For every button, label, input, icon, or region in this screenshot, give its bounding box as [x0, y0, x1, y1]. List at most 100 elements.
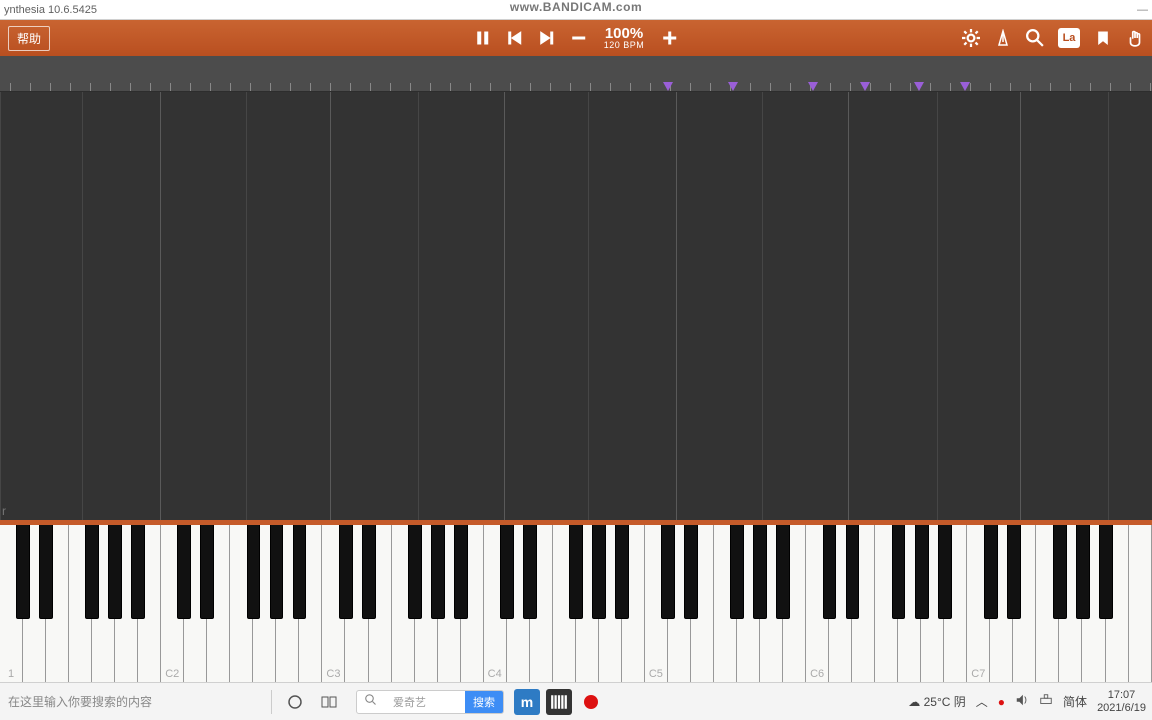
black-key[interactable]: [39, 525, 53, 619]
black-key[interactable]: [85, 525, 99, 619]
ruler-marker[interactable]: [960, 82, 970, 91]
black-key[interactable]: [1053, 525, 1067, 619]
help-button[interactable]: 帮助: [8, 26, 50, 51]
pause-button[interactable]: [474, 29, 492, 47]
ruler-tick: [1130, 83, 1131, 91]
black-key[interactable]: [776, 525, 790, 619]
clock[interactable]: 17:07 2021/6/19: [1097, 689, 1146, 713]
tray-expand-icon[interactable]: ︿: [976, 693, 988, 710]
prev-track-button[interactable]: [506, 29, 524, 47]
ruler-marker[interactable]: [728, 82, 738, 91]
black-key[interactable]: [684, 525, 698, 619]
tempo-display: 100% 120 BPM: [604, 26, 645, 50]
zoom-icon[interactable]: [1026, 29, 1044, 47]
tempo-minus-button[interactable]: [570, 29, 588, 47]
ruler-tick: [90, 83, 91, 91]
notation-toggle-button[interactable]: La: [1058, 28, 1080, 48]
ruler-tick: [50, 83, 51, 91]
black-key[interactable]: [592, 525, 606, 619]
fall-guide-line: [0, 92, 1, 520]
black-key[interactable]: [200, 525, 214, 619]
ime-indicator[interactable]: 简体: [1063, 693, 1087, 710]
tempo-plus-button[interactable]: [660, 29, 678, 47]
black-key[interactable]: [984, 525, 998, 619]
black-key[interactable]: [615, 525, 629, 619]
black-key[interactable]: [523, 525, 537, 619]
black-key[interactable]: [915, 525, 929, 619]
ruler-marker[interactable]: [808, 82, 818, 91]
black-key[interactable]: [431, 525, 445, 619]
ruler-tick: [950, 83, 951, 91]
octave-label: C5: [649, 668, 663, 680]
task-view-icon[interactable]: [320, 693, 338, 711]
fall-guide-line: [762, 92, 763, 520]
settings-gear-icon[interactable]: [962, 29, 980, 47]
black-key[interactable]: [500, 525, 514, 619]
metronome-icon[interactable]: [994, 29, 1012, 47]
next-track-button[interactable]: [538, 29, 556, 47]
tray-ethernet-icon[interactable]: [1039, 693, 1053, 710]
black-key[interactable]: [661, 525, 675, 619]
ruler-tick: [390, 83, 391, 91]
black-key[interactable]: [823, 525, 837, 619]
timeline-ruler[interactable]: [0, 56, 1152, 92]
ruler-tick: [290, 83, 291, 91]
ruler-tick: [990, 83, 991, 91]
black-key[interactable]: [846, 525, 860, 619]
tray-volume-icon[interactable]: [1015, 693, 1029, 710]
ruler-marker[interactable]: [860, 82, 870, 91]
black-key[interactable]: [1076, 525, 1090, 619]
cortana-circle-icon[interactable]: [286, 693, 304, 711]
black-key[interactable]: [454, 525, 468, 619]
black-key[interactable]: [753, 525, 767, 619]
black-key[interactable]: [892, 525, 906, 619]
black-key[interactable]: [270, 525, 284, 619]
black-key[interactable]: [1099, 525, 1113, 619]
tray-record-dot-icon[interactable]: ●: [998, 695, 1005, 709]
fall-guide-line: [504, 92, 505, 520]
cortana-search-input[interactable]: 在这里输入你要搜索的内容: [0, 693, 265, 710]
clock-time: 17:07: [1097, 689, 1146, 701]
browser-searchbox[interactable]: 爱奇艺 搜索: [356, 690, 504, 714]
black-key[interactable]: [293, 525, 307, 619]
black-key[interactable]: [938, 525, 952, 619]
black-key[interactable]: [131, 525, 145, 619]
fall-guide-line: [246, 92, 247, 520]
bandicam-taskbar-icon[interactable]: [578, 689, 604, 715]
note-fall-area[interactable]: r: [0, 92, 1152, 522]
fall-guide-line: [1108, 92, 1109, 520]
black-key[interactable]: [339, 525, 353, 619]
white-key[interactable]: [1129, 525, 1152, 682]
ruler-tick: [1110, 83, 1111, 91]
main-toolbar: 帮助 100% 120 BPM La: [0, 20, 1152, 56]
minimize-button[interactable]: —: [1137, 4, 1148, 16]
ruler-tick: [650, 83, 651, 91]
bandicam-watermark: www.BANDICAM.com: [510, 1, 642, 13]
ruler-tick: [470, 83, 471, 91]
ruler-marker[interactable]: [663, 82, 673, 91]
black-key[interactable]: [177, 525, 191, 619]
musescore-taskbar-icon[interactable]: m: [514, 689, 540, 715]
black-key[interactable]: [730, 525, 744, 619]
ruler-tick: [410, 83, 411, 91]
black-key[interactable]: [247, 525, 261, 619]
ruler-marker[interactable]: [914, 82, 924, 91]
hand-icon[interactable]: [1126, 29, 1144, 47]
black-key[interactable]: [569, 525, 583, 619]
black-key[interactable]: [408, 525, 422, 619]
searchbox-go-button[interactable]: 搜索: [465, 690, 503, 714]
bookmark-icon[interactable]: [1094, 29, 1112, 47]
fall-guide-line: [82, 92, 83, 520]
tempo-bpm: 120 BPM: [604, 41, 645, 50]
ruler-tick: [430, 83, 431, 91]
synthesia-taskbar-icon[interactable]: [546, 689, 572, 715]
black-key[interactable]: [362, 525, 376, 619]
black-key[interactable]: [1007, 525, 1021, 619]
fall-guide-line: [418, 92, 419, 520]
weather-widget[interactable]: ☁ 25°C 阴: [908, 693, 966, 710]
black-key[interactable]: [16, 525, 30, 619]
window-controls: —: [1125, 4, 1148, 16]
black-key[interactable]: [108, 525, 122, 619]
ruler-tick: [110, 83, 111, 91]
piano-keyboard[interactable]: 1C2C3C4C5C6C7: [0, 522, 1152, 682]
